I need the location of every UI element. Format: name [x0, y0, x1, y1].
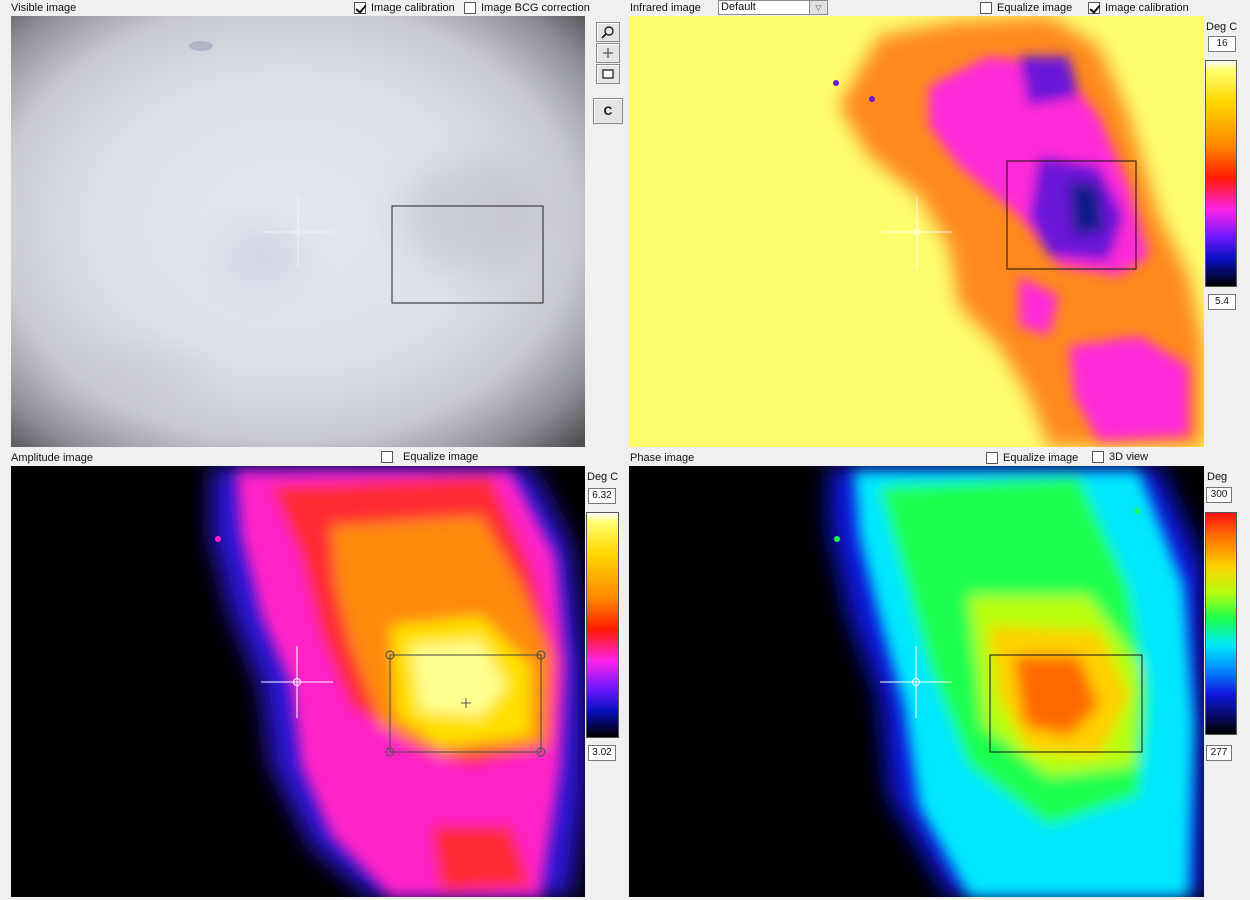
infrared-max-value[interactable]: 16	[1208, 36, 1236, 52]
visible-bcg-checkbox[interactable]: Image BCG correction	[464, 1, 590, 15]
infrared-calibration-checkbox[interactable]: Image calibration	[1088, 1, 1189, 15]
phase-min-value[interactable]: 277	[1206, 745, 1232, 761]
palette-value: Default	[721, 1, 756, 13]
infrared-image-title: Infrared image	[630, 2, 701, 14]
infrared-min-value[interactable]: 5.4	[1208, 294, 1236, 310]
visible-image-panel[interactable]	[11, 16, 585, 447]
amplitude-image-title: Amplitude image	[11, 452, 93, 464]
phase-3d-view-checkbox[interactable]: 3D view	[1092, 450, 1148, 464]
rectangle-button[interactable]	[596, 64, 620, 84]
phase-color-scale	[1205, 512, 1237, 735]
checkbox-label: Image calibration	[371, 2, 455, 14]
phase-image-panel[interactable]	[629, 466, 1204, 897]
chevron-down-icon[interactable]: ▽	[809, 1, 827, 14]
visible-image-title: Visible image	[11, 2, 77, 14]
checkbox-box[interactable]	[381, 451, 393, 463]
infrared-unit-label: Deg C	[1206, 21, 1238, 33]
checkbox-box[interactable]	[980, 2, 992, 14]
amplitude-unit-label: Deg C	[587, 471, 619, 483]
crosshair-button[interactable]	[596, 43, 620, 63]
checkbox-label: Equalize image	[403, 451, 479, 463]
infrared-color-scale	[1205, 60, 1237, 287]
checkbox-label: Equalize image	[1003, 452, 1079, 464]
magnifier-icon	[601, 26, 614, 39]
phase-max-value[interactable]: 300	[1206, 487, 1232, 503]
checkbox-label: Image BCG correction	[481, 2, 590, 14]
rectangle-icon	[602, 69, 614, 79]
clear-button[interactable]: C	[593, 98, 623, 124]
infrared-equalize-checkbox[interactable]: Equalize image	[980, 1, 1072, 15]
checkbox-box[interactable]	[986, 452, 998, 464]
checkbox-label: Image calibration	[1105, 2, 1189, 14]
amplitude-max-value[interactable]: 6.32	[588, 488, 616, 504]
checkbox-label: Equalize image	[997, 2, 1073, 14]
checkbox-box[interactable]	[1092, 451, 1104, 463]
crosshair-icon	[603, 48, 613, 58]
amplitude-min-value[interactable]: 3.02	[588, 745, 616, 761]
visible-calibration-checkbox[interactable]: Image calibration	[354, 1, 455, 15]
checkbox-box[interactable]	[1088, 2, 1100, 14]
amplitude-color-scale	[586, 512, 619, 738]
phase-unit-label: Deg	[1207, 471, 1228, 483]
infrared-image-panel[interactable]	[629, 16, 1204, 447]
checkbox-box[interactable]	[464, 2, 476, 14]
palette-dropdown[interactable]: Default ▽	[718, 0, 828, 15]
amplitude-equalize-checkbox[interactable]: Equalize image	[381, 450, 478, 464]
amplitude-image-panel[interactable]	[11, 466, 585, 897]
checkbox-label: 3D view	[1109, 451, 1149, 463]
phase-image-title: Phase image	[630, 452, 695, 464]
zoom-button[interactable]	[596, 22, 620, 42]
phase-equalize-checkbox[interactable]: Equalize image	[986, 451, 1078, 465]
checkbox-box[interactable]	[354, 2, 366, 14]
